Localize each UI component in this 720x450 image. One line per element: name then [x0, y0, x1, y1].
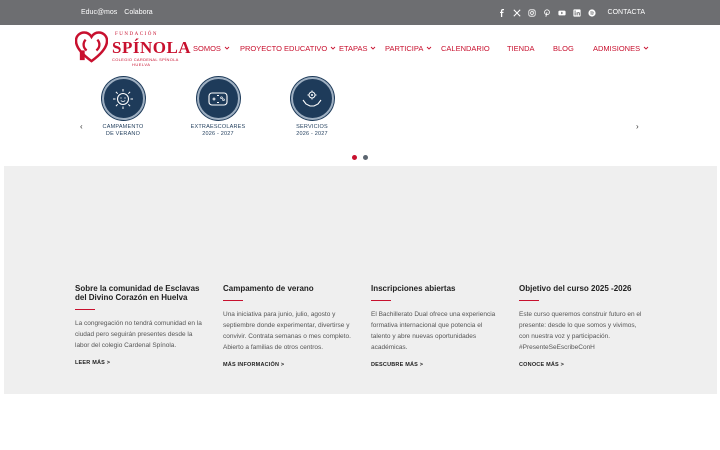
nav-item-blog[interactable]: BLOG	[553, 44, 593, 53]
news-title: Sobre la comunidad de Esclavas del Divin…	[75, 284, 200, 302]
top-bar: Educ@mos Colabora CONTACTA	[0, 0, 720, 25]
logo-fundacion-text: FUNDACIÓN	[115, 32, 158, 37]
top-link-educamos[interactable]: Educ@mos	[81, 9, 117, 16]
news-body: El Bachillerato Dual ofrece una experien…	[371, 311, 496, 351]
facebook-icon[interactable]	[498, 8, 506, 17]
news-read-more-link[interactable]: LEER MÁS >	[75, 360, 110, 366]
nav-label: SOMOS	[193, 43, 221, 53]
hands-gear-icon	[290, 77, 334, 120]
news-read-more-link[interactable]: MÁS INFORMACIÓN >	[223, 362, 284, 368]
news-body: Este curso queremos construir futuro en …	[519, 311, 642, 351]
social-links: CONTACTA	[498, 0, 645, 25]
nav-item-calendario[interactable]: CALENDARIO	[441, 44, 507, 53]
news-card: Objetivo del curso 2025 -2026 Este curso…	[519, 284, 647, 371]
nav-label: BLOG	[553, 43, 574, 53]
contact-link[interactable]: CONTACTA	[608, 9, 645, 16]
news-body: La congregación no tendrá comunidad en l…	[75, 320, 202, 349]
news-card: Sobre la comunidad de Esclavas del Divin…	[75, 284, 203, 369]
carousel-label-line2: 2026 - 2027	[202, 131, 234, 137]
news-body: Una iniciativa para junio, julio, agosto…	[223, 311, 351, 351]
news-divider	[223, 300, 243, 301]
news-title: Campamento de verano	[223, 284, 314, 293]
nav-label: PARTICIPA	[385, 43, 424, 53]
carousel-item-label: EXTRAESCOLARES 2026 - 2027	[191, 124, 246, 138]
chevron-down-icon	[426, 45, 432, 51]
carousel-dot-active[interactable]	[352, 155, 357, 160]
chevron-down-icon	[224, 45, 230, 51]
main-nav: SOMOS PROYECTO EDUCATIVO ETAPAS PARTICIP…	[193, 42, 651, 54]
news-divider	[75, 309, 95, 310]
fundacion-spinola-logo[interactable]: FUNDACIÓN SPÍNOLA COLEGIO CARDENAL SPÍNO…	[75, 29, 191, 69]
news-divider	[371, 300, 391, 301]
carousel-dots	[352, 155, 368, 160]
heart-logo-icon	[75, 31, 108, 63]
news-read-more-link[interactable]: CONOCE MÁS >	[519, 362, 564, 368]
youtube-icon[interactable]	[557, 9, 566, 17]
pinterest-icon[interactable]	[543, 8, 551, 17]
carousel-dot[interactable]	[363, 155, 368, 160]
news-divider	[519, 300, 539, 301]
carousel-label-line1: CAMPAMENTO	[102, 124, 144, 130]
instagram-icon[interactable]	[527, 8, 536, 17]
news-title: Inscripciones abiertas	[371, 284, 456, 293]
sun-icon	[101, 77, 145, 120]
carousel-next-button[interactable]: ›	[636, 122, 639, 131]
linkedin-icon[interactable]	[572, 8, 581, 17]
carousel-label-line1: EXTRAESCOLARES	[190, 124, 246, 130]
carousel-label-line2: DE VERANO	[105, 131, 141, 137]
nav-label: TIENDA	[507, 43, 535, 53]
news-card: Campamento de verano Una iniciativa para…	[223, 284, 351, 371]
nav-label: ETAPAS	[339, 43, 368, 53]
nav-item-etapas[interactable]: ETAPAS	[339, 44, 385, 53]
nav-item-tienda[interactable]: TIENDA	[507, 44, 553, 53]
site-header: FUNDACIÓN SPÍNOLA COLEGIO CARDENAL SPÍNO…	[0, 25, 720, 73]
x-icon[interactable]	[512, 8, 521, 17]
nav-label: CALENDARIO	[441, 43, 490, 53]
carousel-item-label: CAMPAMENTO DE VERANO	[103, 124, 144, 138]
nav-label: ADMISIONES	[593, 43, 641, 53]
top-links: Educ@mos Colabora	[81, 0, 153, 25]
chevron-down-icon	[370, 45, 376, 51]
nav-item-proyecto-educativo[interactable]: PROYECTO EDUCATIVO	[240, 44, 339, 53]
top-link-colabora[interactable]: Colabora	[124, 9, 152, 16]
services-carousel: ‹ CAMPAMENTO DE VERANO EXTRAESCOLARES 20…	[0, 73, 720, 165]
carousel-label-line1: SERVICIOS	[296, 124, 328, 130]
chevron-down-icon	[330, 45, 336, 51]
news-title: Objetivo del curso 2025 -2026	[519, 284, 632, 293]
carousel-item-servicios[interactable]: SERVICIOS 2026 - 2027	[272, 77, 352, 138]
logo-name-text: SPÍNOLA	[112, 38, 192, 57]
carousel-label-line2: 2026 - 2027	[296, 131, 328, 137]
nav-item-participa[interactable]: PARTICIPA	[385, 44, 441, 53]
carousel-item-campamento[interactable]: CAMPAMENTO DE VERANO	[83, 77, 163, 138]
nav-item-somos[interactable]: SOMOS	[193, 44, 240, 53]
logo-city-text: HUELVA	[132, 62, 151, 67]
news-section: Sobre la comunidad de Esclavas del Divin…	[4, 166, 717, 394]
carousel-item-extraescolares[interactable]: EXTRAESCOLARES 2026 - 2027	[178, 77, 258, 138]
nav-label: PROYECTO EDUCATIVO	[240, 43, 328, 53]
chevron-down-icon	[643, 45, 649, 51]
spotify-icon[interactable]	[587, 8, 596, 17]
carousel-item-label: SERVICIOS 2026 - 2027	[296, 124, 328, 138]
nav-item-admisiones[interactable]: ADMISIONES	[593, 44, 651, 53]
news-read-more-link[interactable]: DESCUBRE MÁS >	[371, 362, 423, 368]
news-card: Inscripciones abiertas El Bachillerato D…	[371, 284, 499, 371]
gamepad-icon	[196, 77, 240, 120]
